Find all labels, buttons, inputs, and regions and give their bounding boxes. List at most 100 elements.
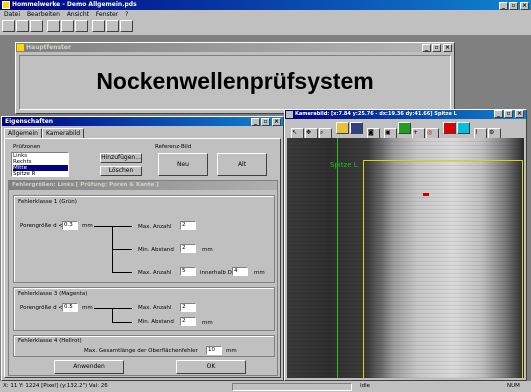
help-icon[interactable] [106,20,119,32]
main-window-client: Nockenwellenprüfsystem [19,55,451,110]
connector-line [112,226,132,227]
fehlergroessen-title: Fehlergrößen: Links [ Prüfung: Poren & K… [9,181,277,190]
maximize-icon[interactable]: ▫ [432,44,441,52]
referenz-label: Referenz-Bild [155,144,192,150]
maximize-icon[interactable]: ▫ [509,2,518,10]
main-window: Hauptfenster _ ▫ × Nockenwellenprüfsystem [15,42,455,114]
neu-button[interactable]: Neu [158,153,208,176]
menu-ansicht[interactable]: Ansicht [67,11,89,18]
class1-pore-input[interactable]: 0.3 [62,221,78,230]
close-icon[interactable]: × [520,2,529,10]
main-window-title: Hauptfenster [26,44,71,51]
class1-group: Fehlerklasse 1 (Grün) Porengröße d <= 0.… [13,195,275,283]
class3-pore-label: Porengröße d <= [20,305,68,311]
close-icon[interactable]: × [272,118,281,126]
paste-icon[interactable] [75,20,88,32]
new-icon[interactable] [2,20,15,32]
maximize-icon[interactable]: ▫ [504,110,513,118]
class4-gesamt-label: Max. Gesamtlänge der Oberflächenfehler [84,348,198,354]
class1-max-anzahl2-label: Max. Anzahl [138,270,172,276]
save-icon[interactable] [350,122,363,134]
app-title: Hommelwerke - Demo Allgemein.pds [12,1,137,8]
close-icon[interactable]: × [515,110,524,118]
minimize-icon[interactable]: _ [422,44,431,52]
class1-max-anzahl-input[interactable]: 2 [180,221,196,230]
apply-button[interactable]: Anwenden [54,360,124,374]
close-icon[interactable]: × [443,44,452,52]
class3-min-abstand-unit: mm [202,320,213,326]
app-titlebar: Hommelwerke - Demo Allgemein.pds _ ▫ × [0,0,531,10]
tab-kamerabild[interactable]: Kamerabild [41,128,85,138]
class1-min-abstand-input[interactable]: 2 [180,244,196,253]
cyan-box-icon[interactable] [457,122,470,134]
minimize-icon[interactable]: _ [499,2,508,10]
camera-title: Kamerabild: [x:7.84 y:25.76 - dx:19.36 d… [295,111,457,117]
class3-pore-input[interactable]: 0.5 [62,303,78,312]
cut-icon[interactable] [47,20,60,32]
list-item[interactable]: Spitze R [13,171,68,176]
class4-title: Fehlerklasse 4 (Hellrot) [18,338,82,344]
connector-line [112,308,113,322]
class4-unit: mm [226,348,237,354]
open-icon[interactable] [336,122,349,134]
window-icon [286,111,293,118]
class1-title: Fehlerklasse 1 (Grün) [18,199,77,205]
connector-line [112,308,132,309]
class1-max-anzahl2-input[interactable]: 5 [180,267,196,276]
main-window-titlebar: Hauptfenster _ ▫ × [16,43,454,52]
class1-unit: mm [82,223,93,229]
menu-datei[interactable]: Datei [4,11,20,18]
menu-bearbeiten[interactable]: Bearbeiten [27,11,60,18]
properties-titlebar: Eigenschaften _ ▫ × [2,117,283,126]
tab-allgemein[interactable]: Allgemein [4,128,42,138]
context-help-icon[interactable] [120,20,133,32]
pruefzonen-label: Prüfzonen [13,144,41,150]
class3-max-anzahl-input[interactable]: 2 [180,303,196,312]
class1-pore-label: Porengröße d <= [20,223,68,229]
connector-line [94,226,112,227]
class3-min-abstand-input[interactable]: 2 [180,317,196,326]
ok-button[interactable]: OK [176,360,246,374]
tab-strip: Allgemein Kamerabild [4,128,85,138]
maximize-icon[interactable]: ▫ [261,118,270,126]
tab-panel: Prüfzonen Links Rechts Mitte Spitze R Hi… [4,138,281,378]
menu-fenster[interactable]: Fenster [96,11,118,18]
class3-group: Fehlerklasse 3 (Magenta) Porengröße d <=… [13,287,275,331]
class1-min-abstand-unit: mm [202,247,213,253]
alt-button[interactable]: Alt [217,153,267,176]
red-box-icon[interactable] [443,122,456,134]
defect-marker [423,193,429,196]
class1-innerhalb-input[interactable]: 4 [232,267,248,276]
class3-max-anzahl-label: Max. Anzahl [138,305,172,311]
open-icon[interactable] [16,20,29,32]
class4-gesamt-input[interactable]: 10 [206,346,222,355]
save-icon[interactable] [30,20,43,32]
page-title: Nockenwellenprüfsystem [96,68,374,94]
camera-toolbar: ↖ ✥ ⌕ ◙ ▣ + ◎ ⌇ ⚙ [291,122,502,140]
class3-min-abstand-label: Min. Abstand [138,319,174,325]
app-icon [2,1,10,9]
window-icon [17,44,24,51]
camera-image[interactable]: Spitze L [287,138,524,378]
copy-icon[interactable] [61,20,74,32]
properties-dialog: Eigenschaften _ ▫ × Allgemein Kamerabild Pr… [1,116,284,381]
add-zone-button[interactable]: Hinzufügen... [100,153,142,163]
connector-line [112,249,132,250]
zone-rect-yellow [363,160,523,378]
camera-window: Kamerabild: [x:7.84 y:25.76 - dx:19.36 d… [284,109,527,381]
bars-icon[interactable] [398,122,411,134]
menu-help[interactable]: ? [125,11,128,18]
fehlergroessen-panel: Fehlergrößen: Links [ Prüfung: Poren & K… [8,180,278,376]
status-progress-slot [232,383,352,391]
zones-listbox[interactable]: Links Rechts Mitte Spitze R [11,152,69,177]
class3-unit: mm [82,305,93,311]
zone-label: Spitze L [330,161,358,169]
properties-title: Eigenschaften [5,118,54,125]
print-icon[interactable] [92,20,105,32]
minimize-icon[interactable]: _ [251,118,260,126]
menubar: Datei Bearbeiten Ansicht Fenster ? [0,10,531,19]
statusbar: X: 11 Y: 1224 [Pixel] (y:132.2") Val: 26… [0,382,531,392]
delete-zone-button[interactable]: Löschen [100,166,142,176]
status-coords: X: 11 Y: 1224 [Pixel] (y:132.2") Val: 26 [3,383,108,389]
minimize-icon[interactable]: _ [494,110,503,118]
